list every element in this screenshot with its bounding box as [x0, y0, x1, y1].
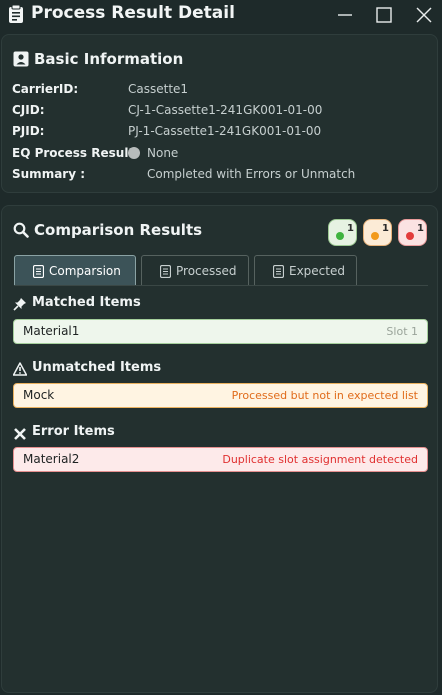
window-title: Process Result Detail [31, 3, 235, 23]
cjid-value: CJ-1-Cassette1-241GK001-01-00 [128, 103, 323, 117]
document-icon [273, 265, 284, 278]
eq-process-result-value: None [147, 146, 179, 160]
tab-expected[interactable]: Expected [254, 255, 357, 286]
title-bar: Process Result Detail [0, 0, 442, 30]
matched-item-row: Material1 Slot 1 [13, 319, 428, 344]
pjid-value: PJ-1-Cassette1-241GK001-01-00 [128, 124, 322, 138]
tab-comparison[interactable]: Comparsion [14, 255, 136, 286]
status-indicator [128, 147, 140, 159]
matched-items-heading: Matched Items [32, 295, 141, 310]
basic-information-heading: Basic Information [34, 50, 184, 68]
error-item-row: Material2 Duplicate slot assignment dete… [13, 447, 428, 472]
cjid-label: CJID: [12, 103, 45, 117]
eq-process-result-label: EQ Process Result: [12, 146, 139, 160]
unmatched-item-row: Mock Processed but not in expected list [13, 383, 428, 408]
tab-processed[interactable]: Processed [141, 255, 249, 286]
matched-count-badge: 1 [328, 219, 357, 246]
red-dot-icon [406, 232, 414, 240]
error-item-note: Duplicate slot assignment detected [222, 453, 418, 466]
unmatched-item-name: Mock [23, 388, 55, 402]
document-icon [160, 265, 171, 278]
green-dot-icon [336, 232, 344, 240]
error-item-name: Material2 [23, 452, 80, 466]
summary-label: Summary : [12, 167, 86, 181]
pjid-label: PJID: [12, 124, 45, 138]
carrier-id-value: Cassette1 [128, 82, 189, 96]
id-card-icon [13, 51, 29, 67]
x-icon [14, 428, 26, 440]
summary-value: Completed with Errors or Unmatch [147, 167, 356, 181]
comparison-results-heading: Comparison Results [34, 221, 203, 239]
carrier-id-label: CarrierID: [12, 82, 79, 96]
minimize-button[interactable] [333, 3, 357, 27]
matched-item-name: Material1 [23, 324, 80, 338]
unmatched-count-badge: 1 [363, 219, 392, 246]
tab-divider [14, 285, 428, 286]
search-icon [13, 222, 29, 238]
error-count: 1 [417, 223, 424, 234]
basic-information-card: Basic Information CarrierID: Cassette1 C… [1, 34, 438, 193]
comparison-results-card: Comparison Results 1 1 1 Comparsion Proc… [1, 205, 438, 693]
document-icon [33, 265, 44, 278]
maximize-button[interactable] [372, 3, 396, 27]
unmatched-item-note: Processed but not in expected list [231, 389, 418, 402]
pin-icon [13, 298, 26, 311]
error-items-heading: Error Items [32, 424, 115, 439]
tab-expected-label: Expected [289, 264, 345, 278]
unmatched-count: 1 [382, 223, 389, 234]
matched-count: 1 [347, 223, 354, 234]
unmatched-items-heading: Unmatched Items [32, 360, 162, 375]
tab-comparison-label: Comparsion [49, 264, 121, 278]
clipboard-icon [9, 5, 23, 23]
close-button[interactable] [412, 3, 436, 27]
warning-icon [13, 362, 27, 376]
tab-processed-label: Processed [176, 264, 237, 278]
matched-item-note: Slot 1 [386, 325, 418, 338]
orange-dot-icon [371, 232, 379, 240]
error-count-badge: 1 [398, 219, 427, 246]
